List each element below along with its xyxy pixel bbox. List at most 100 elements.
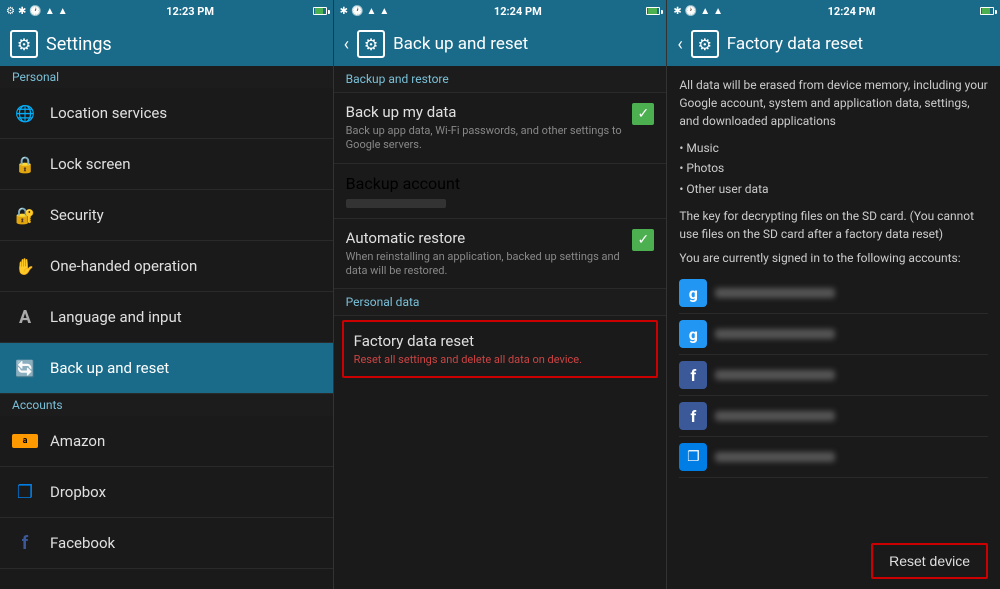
dropbox-label: Dropbox <box>50 483 106 501</box>
sidebar-item-language[interactable]: A Language and input <box>0 292 333 343</box>
factory-reset-header: ‹ ⚙ Factory data reset <box>667 22 1000 66</box>
back-up-my-data-title: Back up my data <box>346 103 625 121</box>
settings-status-icon: ⚙ <box>6 6 15 17</box>
bt-icon-2: ✱ <box>340 6 348 17</box>
sidebar-item-backup[interactable]: 🔄 Back up and reset <box>0 343 333 394</box>
status-bar-3: ✱ 🕐 ▲ ▲ 12:24 PM <box>667 0 1000 22</box>
personal-section-label: Personal <box>0 66 333 88</box>
list-item-userdata: • Other user data <box>679 179 988 199</box>
reset-device-button[interactable]: Reset device <box>871 543 988 579</box>
backup-label: Back up and reset <box>50 359 169 377</box>
google-icon-1: g <box>679 279 707 307</box>
location-label: Location services <box>50 104 167 122</box>
sidebar-item-dropbox[interactable]: ❐ Dropbox <box>0 467 333 518</box>
amazon-icon: a <box>12 428 38 454</box>
facebook-icon-1: f <box>679 361 707 389</box>
bluetooth-icon: ✱ <box>18 6 26 17</box>
factory-warn-text: All data will be erased from device memo… <box>679 76 988 130</box>
settings-header: ⚙ Settings <box>0 22 333 66</box>
lockscreen-icon: 🔒 <box>12 151 38 177</box>
factory-header-icon: ⚙ <box>691 30 719 58</box>
factory-data-reset-item[interactable]: Factory data reset Reset all settings an… <box>342 320 659 378</box>
battery-icon-3 <box>980 7 994 15</box>
google-icon-2: g <box>679 320 707 348</box>
status-bar-2: ✱ 🕐 ▲ ▲ 12:24 PM <box>334 0 667 22</box>
back-up-my-data-info: Back up my data Back up app data, Wi-Fi … <box>346 103 633 153</box>
backup-icon: 🔄 <box>12 355 38 381</box>
battery-icon <box>313 7 327 15</box>
backup-account-value <box>346 195 446 208</box>
back-up-checkbox[interactable]: ✓ <box>632 103 654 125</box>
dropbox-account-row: ❐ <box>679 437 988 478</box>
facebook-icon-2: f <box>679 402 707 430</box>
factory-reset-subtitle: Reset all settings and delete all data o… <box>354 353 647 366</box>
wifi-icon-3: ▲ <box>700 6 710 17</box>
status-icons-right-3 <box>980 7 994 15</box>
facebook-account-row-1: f <box>679 355 988 396</box>
backup-header-title: Back up and reset <box>393 34 528 54</box>
facebook-label: Facebook <box>50 534 115 552</box>
wifi-icon-2: ▲ <box>367 6 377 17</box>
list-item-music: • Music <box>679 138 988 158</box>
alarm-icon: 🕐 <box>29 6 41 17</box>
google-account-row-2: g <box>679 314 988 355</box>
status-icons-right-2 <box>646 7 660 15</box>
wifi-icon: ▲ <box>45 6 55 17</box>
factory-list-items: • Music • Photos • Other user data <box>679 138 988 199</box>
signed-in-text: You are currently signed in to the follo… <box>679 251 988 265</box>
sidebar-item-lockscreen[interactable]: 🔒 Lock screen <box>0 139 333 190</box>
factory-reset-panel: ✱ 🕐 ▲ ▲ 12:24 PM ‹ ⚙ Factory data reset … <box>667 0 1000 589</box>
lockscreen-label: Lock screen <box>50 155 131 173</box>
backup-content: Backup and restore Back up my data Back … <box>334 66 667 589</box>
facebook-icon: f <box>12 530 38 556</box>
status-icons-right <box>313 7 327 15</box>
automatic-restore-title: Automatic restore <box>346 229 625 247</box>
facebook-account-name-1 <box>715 370 835 380</box>
network-icon-2: ▲ <box>379 6 389 17</box>
back-arrow-3[interactable]: ‹ <box>677 34 682 55</box>
sidebar-item-security[interactable]: 🔐 Security <box>0 190 333 241</box>
dropbox-account-name <box>715 452 835 462</box>
backup-restore-section: Backup and restore <box>334 66 667 93</box>
sidebar-item-location[interactable]: 🌐 Location services <box>0 88 333 139</box>
back-up-my-data-item[interactable]: Back up my data Back up app data, Wi-Fi … <box>334 93 667 164</box>
sidebar-item-amazon[interactable]: a Amazon <box>0 416 333 467</box>
automatic-restore-info: Automatic restore When reinstalling an a… <box>346 229 633 279</box>
sidebar-item-facebook[interactable]: f Facebook <box>0 518 333 569</box>
backup-account-title: Backup account <box>346 174 460 193</box>
status-bar-1: ⚙ ✱ 🕐 ▲ ▲ 12:23 PM <box>0 0 333 22</box>
back-up-my-data-subtitle: Back up app data, Wi-Fi passwords, and o… <box>346 124 625 153</box>
dropbox-icon: ❐ <box>12 479 38 505</box>
settings-title: Settings <box>46 34 112 55</box>
bt-icon-3: ✱ <box>673 6 681 17</box>
factory-header-title: Factory data reset <box>727 34 863 54</box>
status-icons-left-3: ✱ 🕐 ▲ ▲ <box>673 6 723 17</box>
status-icons-left: ⚙ ✱ 🕐 ▲ ▲ <box>6 6 68 17</box>
time-display-2: 12:24 PM <box>494 5 542 18</box>
backup-account-item[interactable]: Backup account <box>334 164 667 219</box>
list-item-photos: • Photos <box>679 158 988 178</box>
onehanded-icon: ✋ <box>12 253 38 279</box>
factory-reset-title: Factory data reset <box>354 332 647 350</box>
network-icon-3: ▲ <box>713 6 723 17</box>
network-icon: ▲ <box>58 6 68 17</box>
onehanded-label: One-handed operation <box>50 257 197 275</box>
dropbox-icon-3: ❐ <box>679 443 707 471</box>
amazon-label: Amazon <box>50 432 105 450</box>
time-display: 12:23 PM <box>166 5 214 18</box>
back-arrow-2[interactable]: ‹ <box>344 34 349 55</box>
security-icon: 🔐 <box>12 202 38 228</box>
language-icon: A <box>12 304 38 330</box>
sd-card-warn: The key for decrypting files on the SD c… <box>679 207 988 243</box>
status-icons-left-2: ✱ 🕐 ▲ ▲ <box>340 6 390 17</box>
reset-button-wrapper: Reset device <box>667 533 1000 589</box>
accounts-section-label: Accounts <box>0 394 333 416</box>
settings-gear-icon: ⚙ <box>10 30 38 58</box>
sidebar-item-onehanded[interactable]: ✋ One-handed operation <box>0 241 333 292</box>
time-display-3: 12:24 PM <box>828 5 876 18</box>
backup-header: ‹ ⚙ Back up and reset <box>334 22 667 66</box>
factory-reset-content: All data will be erased from device memo… <box>667 66 1000 533</box>
automatic-restore-checkbox[interactable]: ✓ <box>632 229 654 251</box>
automatic-restore-item[interactable]: Automatic restore When reinstalling an a… <box>334 219 667 290</box>
battery-icon-2 <box>646 7 660 15</box>
